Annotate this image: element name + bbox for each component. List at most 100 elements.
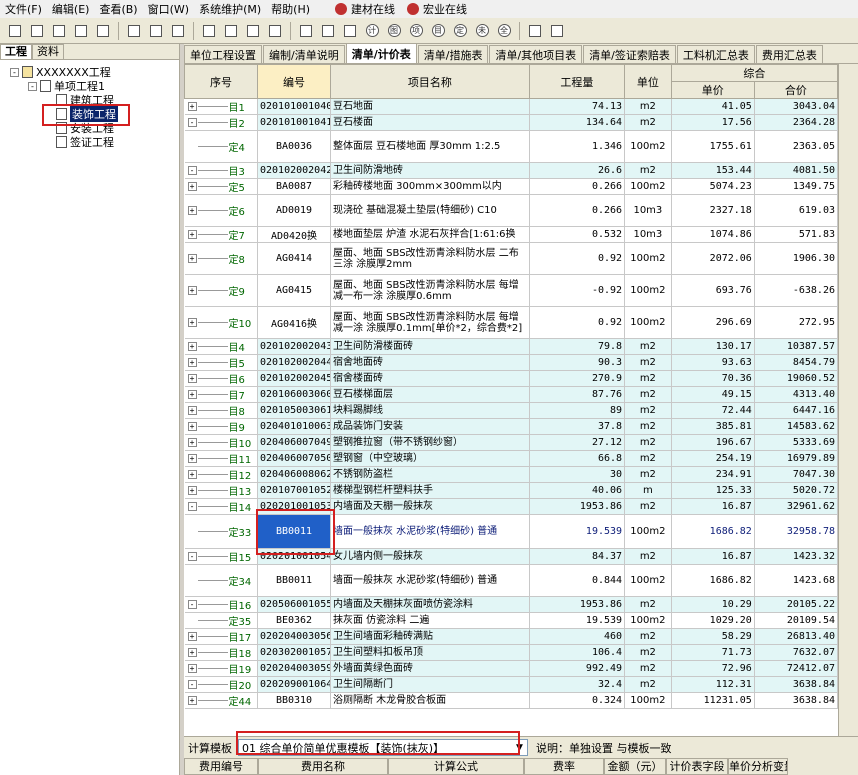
- expand-icon[interactable]: +: [187, 486, 197, 495]
- row-unit[interactable]: m2: [624, 354, 672, 371]
- row-name[interactable]: 宿舍地面砖: [330, 354, 530, 371]
- material-icon[interactable]: 目: [428, 21, 448, 41]
- row-total[interactable]: 20105.22: [754, 596, 838, 613]
- row-total[interactable]: -638.26: [754, 274, 838, 307]
- row-code[interactable]: 020107001052: [257, 482, 331, 499]
- expand-icon[interactable]: +: [187, 254, 197, 263]
- row-unit[interactable]: m2: [624, 628, 672, 645]
- row-price[interactable]: 2327.18: [671, 194, 755, 227]
- table-row[interactable]: + 目13 020107001052 楼梯型钢栏杆塑料扶手 40.06 m 125.33 50…: [184, 482, 838, 499]
- row-qty[interactable]: 87.76: [529, 386, 626, 403]
- list-icon[interactable]: 图: [384, 21, 404, 41]
- menu-item[interactable]: 查看(B): [94, 1, 142, 17]
- row-qty[interactable]: 0.92: [529, 306, 626, 339]
- row-unit[interactable]: m2: [624, 418, 672, 435]
- table-row[interactable]: + 定5 BA0087 彩釉砖楼地面 300mm×300mm以内 0.266 100m2 5…: [184, 178, 838, 195]
- row-code[interactable]: BB0011: [257, 564, 331, 597]
- row-code[interactable]: 020102002045: [257, 370, 331, 387]
- table-row[interactable]: + 定6 AD0019 现浇砼 基础混凝土垫层(特细砂) C10 0.266 10m3 23…: [184, 194, 838, 227]
- row-code[interactable]: 020506001055: [257, 596, 331, 613]
- row-total[interactable]: 619.03: [754, 194, 838, 227]
- tab-7[interactable]: 费用汇总表: [755, 45, 823, 63]
- table-row[interactable]: + 定10 AG0416换 屋面、地面 SBS改性沥青涂料防水层 每增减一涂 涂膜厚0…: [184, 306, 838, 339]
- row-qty[interactable]: 79.8: [529, 338, 626, 355]
- row-name[interactable]: 墙面一般抹灰 水泥砂浆(特细砂) 普通: [330, 514, 530, 549]
- row-total[interactable]: 5333.69: [754, 434, 838, 451]
- collapse-icon[interactable]: -: [187, 118, 197, 127]
- row-qty[interactable]: 19.539: [529, 514, 626, 549]
- row-qty[interactable]: 1953.86: [529, 498, 626, 515]
- row-total[interactable]: 7632.07: [754, 644, 838, 661]
- row-price[interactable]: 1755.61: [671, 130, 755, 163]
- row-name[interactable]: 屋面、地面 SBS改性沥青涂料防水层 每增减一布一涂 涂膜厚0.6mm: [330, 274, 530, 307]
- row-code[interactable]: 020401010063: [257, 418, 331, 435]
- row-unit[interactable]: m2: [624, 466, 672, 483]
- row-code[interactable]: 020101001040: [257, 98, 331, 115]
- row-unit[interactable]: 100m2: [624, 612, 672, 629]
- row-qty[interactable]: 27.12: [529, 434, 626, 451]
- row-price[interactable]: 72.44: [671, 402, 755, 419]
- row-code[interactable]: BA0087: [257, 178, 331, 195]
- tab-2[interactable]: 清单/计价表: [345, 43, 417, 63]
- row-unit[interactable]: m2: [624, 434, 672, 451]
- row-price[interactable]: 385.81: [671, 418, 755, 435]
- tab-3[interactable]: 清单/措施表: [417, 45, 489, 63]
- view1-icon[interactable]: [243, 21, 263, 41]
- collapse-icon[interactable]: -: [187, 680, 197, 689]
- row-unit[interactable]: 100m2: [624, 178, 672, 195]
- row-code[interactable]: AG0414: [257, 242, 331, 275]
- row-qty[interactable]: 0.92: [529, 242, 626, 275]
- expand-icon[interactable]: +: [187, 422, 197, 431]
- table-row[interactable]: + 目4 020102002043 卫生间防滑楼面砖 79.8 m2 130.17 10387…: [184, 338, 838, 355]
- row-qty[interactable]: 1953.86: [529, 596, 626, 613]
- row-code[interactable]: 020204003056: [257, 628, 331, 645]
- folder-icon[interactable]: [49, 21, 69, 41]
- row-qty[interactable]: 30: [529, 466, 626, 483]
- row-price[interactable]: 72.96: [671, 660, 755, 677]
- row-code[interactable]: 020406007050: [257, 450, 331, 467]
- row-name[interactable]: 女儿墙内侧一般抹灰: [330, 548, 530, 565]
- expand-icon[interactable]: +: [187, 318, 197, 327]
- col-unit[interactable]: 单位: [624, 64, 672, 99]
- row-total[interactable]: 32961.62: [754, 498, 838, 515]
- row-unit[interactable]: m: [624, 482, 672, 499]
- table-row[interactable]: + 目9 020401010063 成品装饰门安装 37.8 m2 385.81 14583.…: [184, 418, 838, 435]
- tab-6[interactable]: 工料机汇总表: [676, 45, 755, 63]
- quota-icon[interactable]: 项: [406, 21, 426, 41]
- tree-sub[interactable]: - 单项工程1: [28, 79, 105, 93]
- row-qty[interactable]: 106.4: [529, 644, 626, 661]
- table-row[interactable]: + 目10 020406007049 塑钢推拉窗（带不锈钢纱窗） 27.12 m2 196.…: [184, 434, 838, 451]
- table-row[interactable]: - 目20 020209001064 卫生间隔断门 32.4 m2 112.31 3638.8…: [184, 676, 838, 693]
- row-unit[interactable]: m2: [624, 402, 672, 419]
- table-row[interactable]: + 定9 AG0415 屋面、地面 SBS改性沥青涂料防水层 每增减一布一涂 涂膜厚0…: [184, 274, 838, 307]
- row-code[interactable]: 020406007049: [257, 434, 331, 451]
- row-qty[interactable]: 1.346: [529, 130, 626, 163]
- tree-item-visa[interactable]: 签证工程: [56, 135, 114, 149]
- expand-icon[interactable]: +: [187, 438, 197, 447]
- row-total[interactable]: 3638.84: [754, 676, 838, 693]
- row-total[interactable]: 20109.54: [754, 612, 838, 629]
- expand-icon[interactable]: +: [187, 696, 197, 705]
- row-qty[interactable]: 89: [529, 402, 626, 419]
- all-icon[interactable]: 定: [450, 21, 470, 41]
- row-total[interactable]: 16979.89: [754, 450, 838, 467]
- row-price[interactable]: 16.87: [671, 498, 755, 515]
- fee-col-5[interactable]: 计价表字段: [666, 758, 728, 775]
- collapse-icon[interactable]: -: [187, 552, 197, 561]
- table-row[interactable]: + 定44 BB0310 浴厕隔断 木龙骨胶合板面 0.324 100m2 11231.05…: [184, 692, 838, 709]
- row-name[interactable]: 塑钢推拉窗（带不锈钢纱窗）: [330, 434, 530, 451]
- row-price[interactable]: 16.87: [671, 548, 755, 565]
- row-qty[interactable]: 74.13: [529, 98, 626, 115]
- row-unit[interactable]: m2: [624, 114, 672, 131]
- row-code[interactable]: 020101001041: [257, 114, 331, 131]
- row-unit[interactable]: m2: [624, 386, 672, 403]
- edit-icon[interactable]: [199, 21, 219, 41]
- row-qty[interactable]: 0.324: [529, 692, 626, 709]
- tab-4[interactable]: 清单/其他项目表: [489, 45, 583, 63]
- row-unit[interactable]: m2: [624, 498, 672, 515]
- table-row[interactable]: - 目3 020102002042 卫生间防滑地砖 26.6 m2 153.44 4081.5…: [184, 162, 838, 179]
- table-row[interactable]: + 目17 020204003056 卫生间墙面彩釉砖满贴 460 m2 58.29 2681…: [184, 628, 838, 645]
- table-row[interactable]: + 目19 020204003059 外墙面黄绿色面砖 992.49 m2 72.96 724…: [184, 660, 838, 677]
- open-icon[interactable]: [27, 21, 47, 41]
- row-qty[interactable]: 460: [529, 628, 626, 645]
